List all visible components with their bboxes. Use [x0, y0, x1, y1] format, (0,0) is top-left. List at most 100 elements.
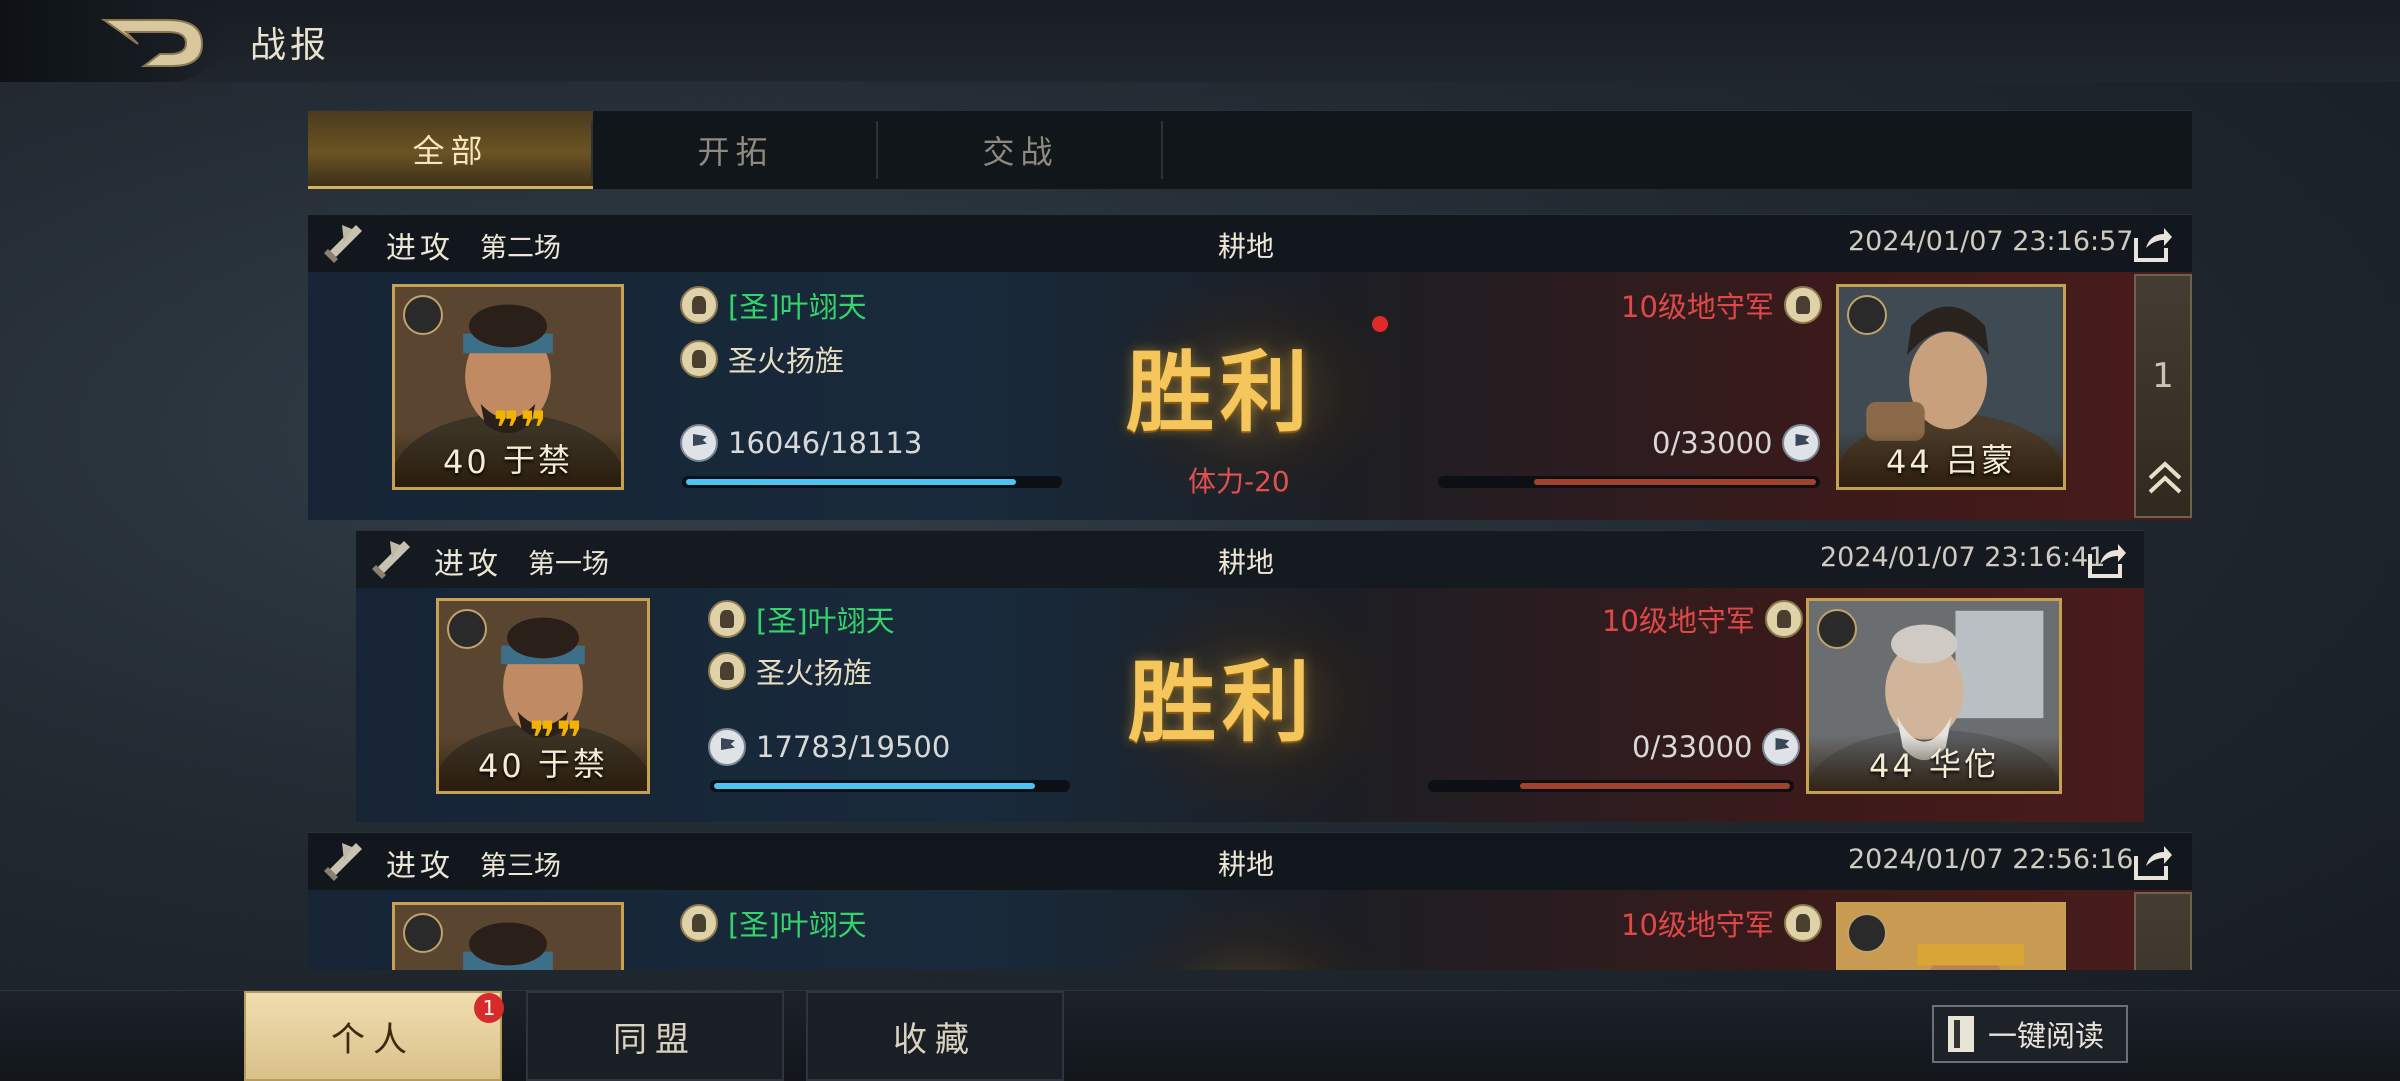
tactic-icon — [708, 652, 746, 690]
defender-portrait[interactable]: 44 华佗 — [1806, 598, 2062, 794]
battle-mode: 进攻 — [434, 547, 502, 582]
attacker-level-name: 40 于禁 — [395, 431, 621, 487]
attacker-tactic-row: 圣火扬旌 — [708, 650, 872, 692]
attack-sword-icon — [372, 541, 410, 579]
attacker-portrait[interactable]: ❞❞ 40 于禁 — [392, 284, 624, 490]
unit-type-badge-icon — [447, 609, 487, 649]
report-header: 进攻 第二场 耕地 2024/01/07 23:16:57 — [308, 214, 2192, 273]
attacker-player-name[interactable]: [圣]叶翊天 — [756, 598, 895, 640]
share-icon[interactable] — [2132, 224, 2172, 264]
defender-title: 10级地守军 — [1621, 290, 1774, 324]
result-glow — [1100, 896, 1400, 970]
attack-sword-icon — [324, 225, 362, 263]
report-card[interactable]: 进攻 第三场 耕地 2024/01/07 22:56:16 [圣]叶翊天 10级… — [308, 832, 2192, 970]
stamina-cost: 体力-20 — [1188, 465, 1290, 498]
attacker-troops-bar — [682, 476, 1062, 488]
tab-alliance[interactable]: 同盟 — [526, 991, 784, 1081]
defender-troops: 0/33000 — [1652, 426, 1773, 460]
report-card[interactable]: 进攻 第一场 耕地 2024/01/07 23:16:41 ❞❞ — [356, 530, 2144, 822]
troops-flag-icon — [1762, 728, 1801, 766]
attacker-portrait[interactable] — [392, 902, 624, 970]
attacker-troops-row: 17783/19500 — [708, 728, 950, 766]
defender-general-name: 华佗 — [1928, 745, 1999, 783]
defender-level-name: 44 华佗 — [1809, 735, 2059, 791]
page-title: 战报 — [250, 25, 331, 66]
unit-type-badge-icon — [1847, 295, 1887, 335]
troops-flag-icon — [680, 424, 718, 462]
battle-time: 2024/01/07 22:56:16 — [1848, 844, 2134, 875]
defender-level: 44 — [1869, 747, 1916, 785]
collapse-panel[interactable] — [2134, 892, 2192, 970]
defender-troops: 0/33000 — [1632, 730, 1753, 764]
battle-round: 第一场 — [528, 549, 609, 580]
attacker-player-name[interactable]: [圣]叶翊天 — [728, 902, 867, 944]
battle-location: 耕地 — [1218, 546, 1275, 579]
attacker-troops-row: 16046/18113 — [680, 424, 922, 462]
tab-explore[interactable]: 开拓 — [593, 111, 878, 189]
unit-type-badge-icon — [403, 295, 443, 335]
battle-time: 2024/01/07 23:16:41 — [1820, 542, 2106, 573]
top-bar: 战报 — [0, 0, 2400, 82]
battle-count: 1 — [2152, 356, 2174, 396]
attacker-troops-fill — [714, 783, 1036, 789]
attacker-level: 40 — [478, 747, 525, 785]
troops-flag-icon — [708, 728, 746, 766]
battle-location: 耕地 — [1218, 848, 1275, 881]
tab-battle[interactable]: 交战 — [878, 111, 1163, 189]
tab-favorites[interactable]: 收藏 — [806, 991, 1064, 1081]
tab-personal[interactable]: 个人 1 — [244, 991, 504, 1081]
battle-time: 2024/01/07 23:16:57 — [1848, 226, 2134, 257]
share-icon[interactable] — [2132, 842, 2172, 882]
defender-title: 10级地守军 — [1621, 908, 1774, 942]
collapse-panel[interactable]: 1 — [2134, 274, 2192, 518]
attacker-general-name: 于禁 — [537, 745, 608, 783]
player-avatar-icon — [680, 286, 718, 324]
attacker-portrait[interactable]: ❞❞ 40 于禁 — [436, 598, 650, 794]
battle-mode: 进攻 — [386, 849, 454, 884]
attacker-general-name: 于禁 — [502, 441, 573, 479]
player-avatar-icon — [680, 904, 718, 942]
defender-troops-track — [1534, 479, 1816, 485]
attacker-tactic: 圣火扬旌 — [756, 656, 873, 690]
back-button[interactable] — [0, 0, 230, 82]
defender-title-row: 10级地守军 — [1621, 902, 1822, 944]
report-list[interactable]: 进攻 第二场 耕地 2024/01/07 23:16:57 ❞❞ 40 于禁 [… — [0, 214, 2400, 970]
defender-title-row: 10级地守军 — [1621, 284, 1822, 326]
defender-portrait[interactable] — [1836, 902, 2066, 970]
defender-level-name: 44 吕蒙 — [1839, 431, 2063, 487]
defender-troops-row: 0/33000 — [1652, 424, 1821, 462]
attacker-player-row: [圣]叶翊天 — [680, 284, 867, 326]
unit-type-badge-icon — [1817, 609, 1857, 649]
attacker-tactic-row: 圣火扬旌 — [680, 338, 844, 380]
report-body: [圣]叶翊天 10级地守军 — [308, 890, 2192, 970]
battle-round: 第二场 — [480, 233, 561, 264]
read-all-button[interactable]: 一键阅读 — [1932, 1005, 2128, 1063]
notification-badge: 1 — [474, 993, 504, 1023]
defender-troops-row: 0/33000 — [1632, 728, 1801, 766]
report-header: 进攻 第三场 耕地 2024/01/07 22:56:16 — [308, 832, 2192, 891]
defender-troops-bar — [1438, 476, 1820, 488]
defender-avatar-icon — [1764, 600, 1803, 638]
defender-portrait[interactable]: 44 吕蒙 — [1836, 284, 2066, 490]
defender-title-row: 10级地守军 — [1602, 598, 1803, 640]
battle-mode: 进攻 — [386, 231, 454, 266]
attacker-troops-fill — [686, 479, 1016, 485]
unit-type-badge-icon — [403, 913, 443, 953]
attacker-tactic: 圣火扬旌 — [728, 344, 845, 378]
tab-all[interactable]: 全部 — [308, 111, 593, 189]
defender-avatar-icon — [1783, 286, 1822, 324]
unit-type-badge-icon — [1847, 913, 1887, 953]
attacker-level: 40 — [443, 443, 490, 481]
tab-personal-label: 个人 — [331, 1019, 415, 1060]
report-header: 进攻 第一场 耕地 2024/01/07 23:16:41 — [356, 530, 2144, 589]
share-icon[interactable] — [2086, 540, 2126, 580]
attacker-player-name[interactable]: [圣]叶翊天 — [728, 284, 867, 326]
attacker-troops-bar — [710, 780, 1070, 792]
defender-avatar-icon — [1783, 904, 1822, 942]
attacker-troops: 16046/18113 — [728, 426, 923, 460]
document-icon — [1948, 1016, 1974, 1052]
defender-general-name: 吕蒙 — [1945, 441, 2016, 479]
attacker-troops: 17783/19500 — [756, 730, 951, 764]
report-body: ❞❞ 40 于禁 [圣]叶翊天 圣火扬旌 16046/18113 胜利 体力-2… — [308, 272, 2192, 520]
report-card[interactable]: 进攻 第二场 耕地 2024/01/07 23:16:57 ❞❞ 40 于禁 [… — [308, 214, 2192, 520]
